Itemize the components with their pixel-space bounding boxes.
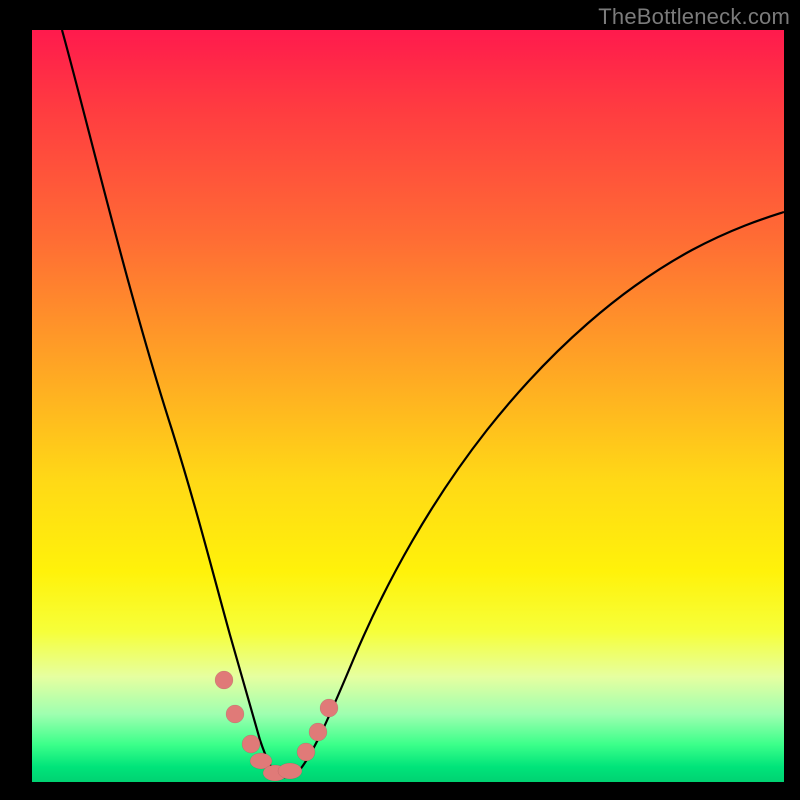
data-marker — [309, 723, 327, 741]
plot-area — [32, 30, 784, 782]
chart-frame: TheBottleneck.com — [0, 0, 800, 800]
chart-svg — [32, 30, 784, 782]
curve-right-branch — [277, 212, 784, 777]
data-marker — [226, 705, 244, 723]
curve-left-branch — [62, 30, 277, 776]
data-marker — [320, 699, 338, 717]
data-marker — [278, 763, 302, 779]
data-marker — [242, 735, 260, 753]
watermark-text: TheBottleneck.com — [598, 4, 790, 30]
data-marker — [215, 671, 233, 689]
data-marker — [297, 743, 315, 761]
